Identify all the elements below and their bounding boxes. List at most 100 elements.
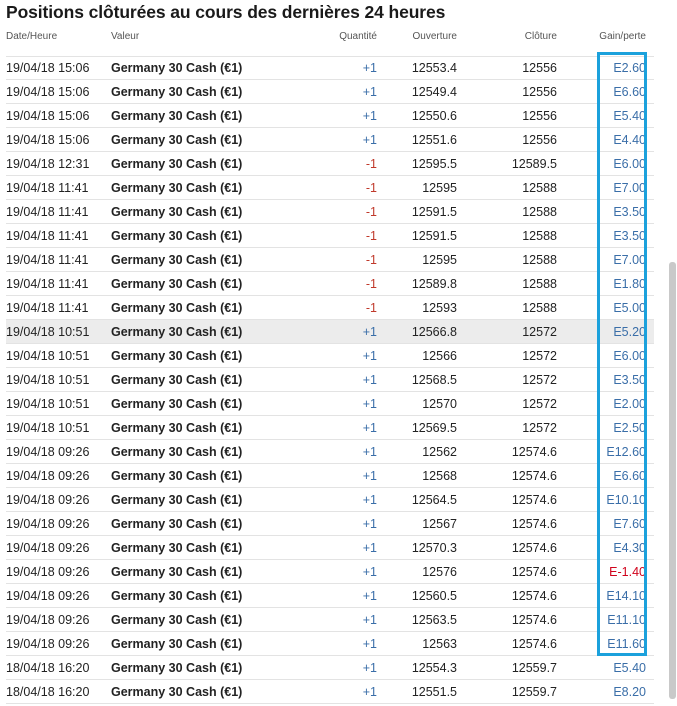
- cell-ouverture: 12595: [422, 253, 457, 267]
- cell-cloture: 12572: [522, 373, 557, 387]
- cell-cloture: 12574.6: [511, 565, 557, 579]
- table-row[interactable]: 19/04/18 12:31 Germany 30 Cash (€1) -1 1259…: [6, 152, 654, 176]
- cell-date: 19/04/18 11:41: [6, 301, 89, 315]
- header-date[interactable]: Date/Heure: [6, 31, 57, 42]
- header-quantite[interactable]: Quantité: [339, 31, 377, 42]
- cell-ouverture: 12591.5: [411, 229, 457, 243]
- cell-ouverture: 12595.5: [411, 157, 457, 171]
- cell-cloture: 12589.5: [511, 157, 557, 171]
- page-title: Positions clôturées au cours des dernièr…: [6, 2, 446, 22]
- cell-cloture: 12572: [522, 349, 557, 363]
- cell-cloture: 12588: [522, 229, 557, 243]
- cell-valeur: Germany 30 Cash (€1): [111, 181, 243, 195]
- cell-ouverture: 12570.3: [411, 541, 457, 555]
- cell-date: 19/04/18 15:06: [6, 61, 90, 75]
- header-gain[interactable]: Gain/perte: [599, 31, 646, 42]
- cell-quantite: -1: [365, 181, 377, 195]
- cell-ouverture: 12549.4: [411, 85, 457, 99]
- cell-quantite: -1: [365, 253, 377, 267]
- table-row[interactable]: 19/04/18 09:26 Germany 30 Cash (€1) +1 1257…: [6, 536, 654, 560]
- table-row[interactable]: 19/04/18 09:26 Germany 30 Cash (€1) +1 1256…: [6, 608, 654, 632]
- cell-ouverture: 12563: [422, 637, 457, 651]
- cell-gain: E2.00: [613, 397, 646, 411]
- cell-valeur: Germany 30 Cash (€1): [111, 229, 243, 243]
- cell-valeur: Germany 30 Cash (€1): [111, 565, 243, 579]
- scrollbar[interactable]: [669, 262, 676, 699]
- cell-gain: E11.60: [607, 637, 646, 651]
- cell-date: 19/04/18 09:26: [6, 637, 90, 651]
- cell-valeur: Germany 30 Cash (€1): [111, 85, 243, 99]
- table-row[interactable]: 19/04/18 10:51 Germany 30 Cash (€1) +1 1256…: [6, 416, 654, 440]
- cell-cloture: 12574.6: [511, 493, 557, 507]
- cell-quantite: +1: [362, 85, 377, 99]
- cell-ouverture: 12569.5: [411, 421, 457, 435]
- table-row[interactable]: 19/04/18 11:41 Germany 30 Cash (€1) -1 1259…: [6, 224, 654, 248]
- table-row[interactable]: 19/04/18 15:06 Germany 30 Cash (€1) +1 1255…: [6, 56, 654, 80]
- cell-cloture: 12588: [522, 301, 557, 315]
- cell-gain: E6.60: [613, 469, 646, 483]
- cell-quantite: +1: [362, 613, 377, 627]
- table-row[interactable]: 18/04/18 16:20 Germany 30 Cash (€1) +1 1255…: [6, 680, 654, 704]
- cell-valeur: Germany 30 Cash (€1): [111, 685, 243, 699]
- table-row[interactable]: 19/04/18 15:06 Germany 30 Cash (€1) +1 1255…: [6, 104, 654, 128]
- table-body: 19/04/18 15:06 Germany 30 Cash (€1) +1 1255…: [6, 56, 654, 704]
- cell-gain: E6.60: [613, 85, 646, 99]
- cell-quantite: +1: [362, 541, 377, 555]
- cell-cloture: 12574.6: [511, 469, 557, 483]
- table-row[interactable]: 19/04/18 11:41 Germany 30 Cash (€1) -1 1258…: [6, 272, 654, 296]
- cell-date: 19/04/18 15:06: [6, 109, 90, 123]
- table-row[interactable]: 19/04/18 10:51 Germany 30 Cash (€1) +1 1256…: [6, 344, 654, 368]
- cell-ouverture: 12570: [422, 397, 457, 411]
- table-row[interactable]: 19/04/18 15:06 Germany 30 Cash (€1) +1 1254…: [6, 80, 654, 104]
- table-row[interactable]: 19/04/18 10:51 Germany 30 Cash (€1) +1 1257…: [6, 392, 654, 416]
- cell-ouverture: 12551.6: [411, 133, 457, 147]
- table-row[interactable]: 19/04/18 09:26 Germany 30 Cash (€1) +1 1256…: [6, 632, 654, 656]
- table-header: Date/Heure Valeur Quantité Ouverture Clô…: [6, 31, 654, 44]
- header-valeur[interactable]: Valeur: [111, 31, 139, 42]
- table-row[interactable]: 19/04/18 09:26 Germany 30 Cash (€1) +1 1256…: [6, 464, 654, 488]
- cell-cloture: 12556: [522, 85, 557, 99]
- cell-valeur: Germany 30 Cash (€1): [111, 109, 243, 123]
- cell-ouverture: 12566: [422, 349, 457, 363]
- cell-quantite: +1: [362, 325, 377, 339]
- cell-date: 19/04/18 09:26: [6, 565, 90, 579]
- cell-gain: E10.10: [606, 493, 646, 507]
- cell-date: 19/04/18 11:41: [6, 253, 89, 267]
- table-row[interactable]: 19/04/18 09:26 Germany 30 Cash (€1) +1 1256…: [6, 584, 654, 608]
- cell-ouverture: 12568.5: [411, 373, 457, 387]
- cell-ouverture: 12591.5: [411, 205, 457, 219]
- cell-date: 19/04/18 09:26: [6, 493, 90, 507]
- table-row[interactable]: 19/04/18 15:06 Germany 30 Cash (€1) +1 1255…: [6, 128, 654, 152]
- cell-cloture: 12556: [522, 133, 557, 147]
- cell-cloture: 12574.6: [511, 637, 557, 651]
- cell-valeur: Germany 30 Cash (€1): [111, 589, 243, 603]
- cell-quantite: -1: [365, 301, 377, 315]
- header-cloture[interactable]: Clôture: [525, 31, 557, 42]
- table-row[interactable]: 19/04/18 09:26 Germany 30 Cash (€1) +1 1256…: [6, 440, 654, 464]
- cell-gain: E7.00: [613, 253, 646, 267]
- table-row[interactable]: 19/04/18 09:26 Germany 30 Cash (€1) +1 1256…: [6, 512, 654, 536]
- cell-valeur: Germany 30 Cash (€1): [111, 325, 243, 339]
- table-row[interactable]: 19/04/18 09:26 Germany 30 Cash (€1) +1 1257…: [6, 560, 654, 584]
- cell-valeur: Germany 30 Cash (€1): [111, 301, 243, 315]
- table-row[interactable]: 19/04/18 09:26 Germany 30 Cash (€1) +1 1256…: [6, 488, 654, 512]
- table-row[interactable]: 19/04/18 11:41 Germany 30 Cash (€1) -1 1259…: [6, 296, 654, 320]
- cell-gain: E5.40: [613, 661, 646, 675]
- cell-ouverture: 12564.5: [411, 493, 457, 507]
- cell-date: 18/04/18 16:20: [6, 661, 90, 675]
- cell-quantite: -1: [365, 229, 377, 243]
- table-row[interactable]: 19/04/18 11:41 Germany 30 Cash (€1) -1 1259…: [6, 248, 654, 272]
- table-row[interactable]: 19/04/18 10:51 Germany 30 Cash (€1) +1 1256…: [6, 368, 654, 392]
- header-ouverture[interactable]: Ouverture: [413, 31, 457, 42]
- table-row[interactable]: 19/04/18 11:41 Germany 30 Cash (€1) -1 1259…: [6, 176, 654, 200]
- cell-quantite: -1: [365, 157, 377, 171]
- cell-date: 19/04/18 12:31: [6, 157, 90, 171]
- cell-quantite: +1: [362, 133, 377, 147]
- table-row[interactable]: 19/04/18 11:41 Germany 30 Cash (€1) -1 1259…: [6, 200, 654, 224]
- cell-ouverture: 12595: [422, 181, 457, 195]
- table-row[interactable]: 19/04/18 10:51 Germany 30 Cash (€1) +1 1256…: [6, 320, 654, 344]
- cell-cloture: 12574.6: [511, 517, 557, 531]
- table-row[interactable]: 18/04/18 16:20 Germany 30 Cash (€1) +1 1255…: [6, 656, 654, 680]
- cell-ouverture: 12562: [422, 445, 457, 459]
- cell-gain: E8.20: [613, 685, 646, 699]
